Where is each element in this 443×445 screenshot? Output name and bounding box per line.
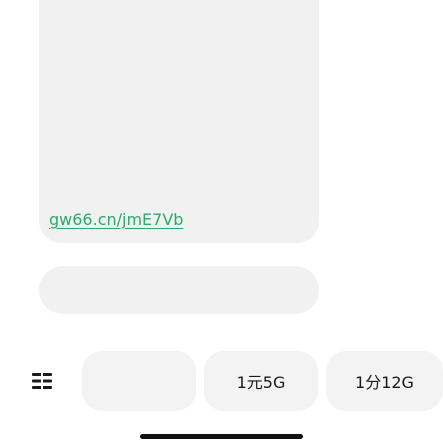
quick-reply-option-3[interactable]: 1分12G: [326, 351, 443, 411]
message-text: [49, 6, 307, 206]
message-link[interactable]: gw66.cn/jmE7Vb: [49, 206, 183, 233]
home-indicator: [140, 434, 303, 439]
sms-screen: gw66.cn/jmE7Vb 1元5G 1分12G: [0, 0, 443, 445]
menu-button[interactable]: [8, 351, 76, 411]
query-usage-button[interactable]: [39, 266, 319, 314]
menu-grid-icon: [32, 373, 52, 389]
message-link-line: gw66.cn/jmE7Vb: [49, 205, 311, 233]
quick-reply-option-2[interactable]: 1元5G: [204, 351, 318, 411]
quick-reply-bar: 1元5G 1分12G: [0, 351, 443, 411]
quick-reply-option-1[interactable]: [82, 351, 196, 411]
